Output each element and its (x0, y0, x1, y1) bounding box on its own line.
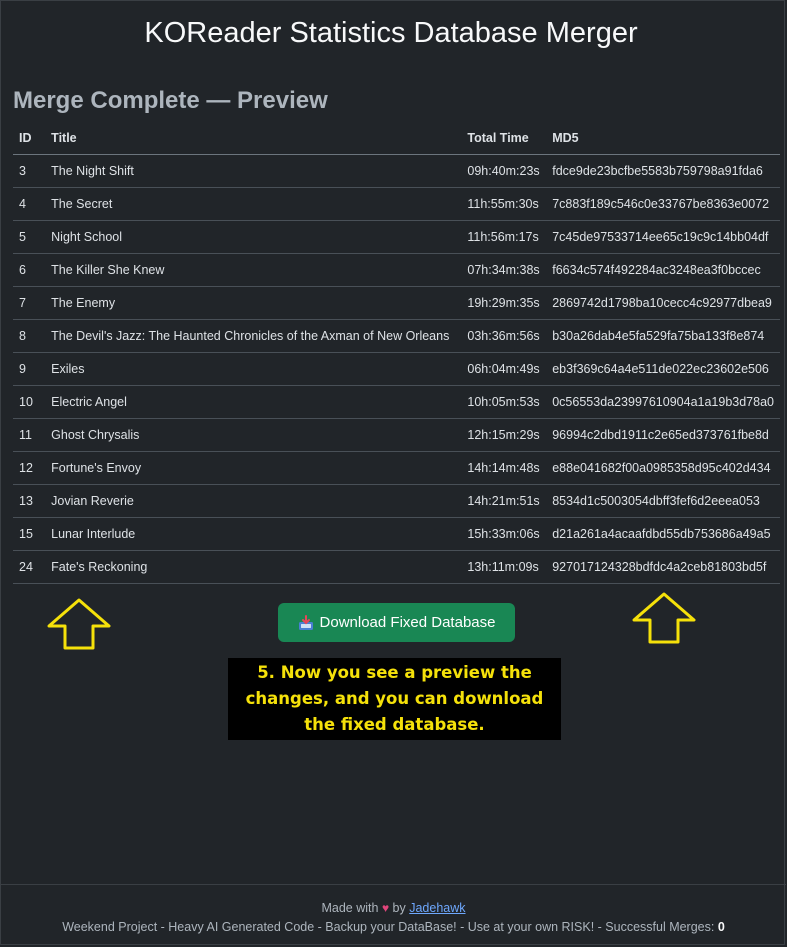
table-row: 10 Electric Angel 10h:05m:53s 0c56553da2… (13, 385, 780, 419)
cell-md5: 2869742d1798ba10cecc4c92977dbea9 (546, 286, 780, 320)
table-row: 12 Fortune's Envoy 14h:14m:48s e88e04168… (13, 451, 780, 485)
table-row: 7 The Enemy 19h:29m:35s 2869742d1798ba10… (13, 286, 780, 320)
cell-total-time: 11h:55m:30s (461, 187, 547, 221)
cell-total-time: 03h:36m:56s (461, 319, 547, 353)
cell-total-time: 12h:15m:29s (461, 418, 547, 452)
table-row: 4 The Secret 11h:55m:30s 7c883f189c546c0… (13, 187, 780, 221)
table-row: 13 Jovian Reverie 14h:21m:51s 8534d1c500… (13, 484, 780, 518)
cell-total-time: 19h:29m:35s (461, 286, 547, 320)
up-arrow-icon (47, 598, 111, 650)
cell-total-time: 13h:11m:09s (461, 550, 547, 584)
cell-total-time: 11h:56m:17s (461, 220, 547, 254)
cell-id: 9 (13, 352, 46, 386)
footer-made-with: Made with (321, 901, 379, 915)
cell-id: 7 (13, 286, 46, 320)
cell-md5: fdce9de23bcfbe5583b759798a91fda6 (546, 154, 780, 188)
callout-text: 5. Now you see a preview the changes, an… (245, 663, 544, 734)
column-header-md5: MD5 (546, 122, 780, 155)
cell-id: 24 (13, 550, 46, 584)
cell-id: 13 (13, 484, 46, 518)
successful-merges-count: 0 (717, 920, 725, 934)
cell-id: 5 (13, 220, 46, 254)
cell-md5: d21a261a4acaafdbd55db753686a49a5 (546, 517, 780, 551)
author-link[interactable]: Jadehawk (409, 901, 465, 915)
column-header-total-time: Total Time (461, 122, 547, 155)
table-row: 8 The Devil's Jazz: The Haunted Chronicl… (13, 319, 780, 353)
cell-md5: 8534d1c5003054dbff3fef6d2eeea053 (546, 484, 780, 518)
cell-title: Fate's Reckoning (45, 550, 462, 584)
footer-credit: Made with ♥ by Jadehawk (1, 901, 786, 915)
cell-md5: 7c45de97533714ee65c19c9c14bb04df (546, 220, 780, 254)
cell-total-time: 14h:14m:48s (461, 451, 547, 485)
preview-table: ID Title Total Time MD5 3 The Night Shif… (13, 122, 780, 584)
cell-total-time: 06h:04m:49s (461, 352, 547, 386)
app-window: KOReader Statistics Database Merger Merg… (0, 0, 786, 946)
cell-total-time: 07h:34m:38s (461, 253, 547, 287)
cell-total-time: 10h:05m:53s (461, 385, 547, 419)
cell-title: The Devil's Jazz: The Haunted Chronicles… (45, 319, 462, 353)
cell-title: The Killer She Knew (45, 253, 462, 287)
table-row: 24 Fate's Reckoning 13h:11m:09s 92701712… (13, 550, 780, 584)
column-header-id: ID (13, 122, 46, 155)
cell-md5: eb3f369c64a4e511de022ec23602e506 (546, 352, 780, 386)
cell-id: 4 (13, 187, 46, 221)
cell-title: The Enemy (45, 286, 462, 320)
cell-id: 10 (13, 385, 46, 419)
cell-md5: f6634c574f492284ac3248ea3f0bccec (546, 253, 780, 287)
app-title: KOReader Statistics Database Merger (144, 17, 638, 49)
table-row: 11 Ghost Chrysalis 12h:15m:29s 96994c2db… (13, 418, 780, 452)
cell-md5: 7c883f189c546c0e33767be8363e0072 (546, 187, 780, 221)
cell-md5: e88e041682f00a0985358d95c402d434 (546, 451, 780, 485)
inbox-tray-icon (298, 614, 313, 630)
cell-title: Jovian Reverie (45, 484, 462, 518)
cell-title: Fortune's Envoy (45, 451, 462, 485)
instruction-callout: 5. Now you see a preview the changes, an… (228, 658, 561, 740)
cell-title: The Night Shift (45, 154, 462, 188)
cell-md5: 96994c2dbd1911c2e65ed373761fbe8d (546, 418, 780, 452)
cell-title: The Secret (45, 187, 462, 221)
cell-md5: 927017124328bdfdc4a2ceb81803bd5f (546, 550, 780, 584)
cell-id: 11 (13, 418, 46, 452)
heart-icon: ♥ (381, 901, 390, 915)
cell-title: Exiles (45, 352, 462, 386)
cell-total-time: 09h:40m:23s (461, 154, 547, 188)
up-arrow-icon (632, 592, 696, 644)
table-row: 6 The Killer She Knew 07h:34m:38s f6634c… (13, 253, 780, 287)
cell-id: 8 (13, 319, 46, 353)
cell-title: Lunar Interlude (45, 517, 462, 551)
cell-total-time: 14h:21m:51s (461, 484, 547, 518)
table-header-row: ID Title Total Time MD5 (13, 122, 780, 155)
cell-id: 6 (13, 253, 46, 287)
cell-total-time: 15h:33m:06s (461, 517, 547, 551)
section-title: Merge Complete — Preview (13, 87, 328, 114)
footer-notice-text: Weekend Project - Heavy AI Generated Cod… (62, 920, 715, 934)
column-header-title: Title (45, 122, 462, 155)
cell-md5: 0c56553da23997610904a1a19b3d78a0 (546, 385, 780, 419)
cell-id: 12 (13, 451, 46, 485)
table-row: 5 Night School 11h:56m:17s 7c45de9753371… (13, 220, 780, 254)
cell-md5: b30a26dab4e5fa529fa75ba133f8e874 (546, 319, 780, 353)
cell-title: Night School (45, 220, 462, 254)
cell-title: Ghost Chrysalis (45, 418, 462, 452)
footer: Made with ♥ by Jadehawk Weekend Project … (1, 884, 786, 946)
cell-id: 3 (13, 154, 46, 188)
cell-title: Electric Angel (45, 385, 462, 419)
footer-notice: Weekend Project - Heavy AI Generated Cod… (1, 920, 786, 934)
footer-by: by (392, 901, 406, 915)
table-row: 15 Lunar Interlude 15h:33m:06s d21a261a4… (13, 517, 780, 551)
cell-id: 15 (13, 517, 46, 551)
download-fixed-database-button[interactable]: Download Fixed Database (278, 603, 515, 642)
table-row: 3 The Night Shift 09h:40m:23s fdce9de23b… (13, 154, 780, 188)
table-row: 9 Exiles 06h:04m:49s eb3f369c64a4e511de0… (13, 352, 780, 386)
download-button-label: Download Fixed Database (319, 614, 496, 631)
